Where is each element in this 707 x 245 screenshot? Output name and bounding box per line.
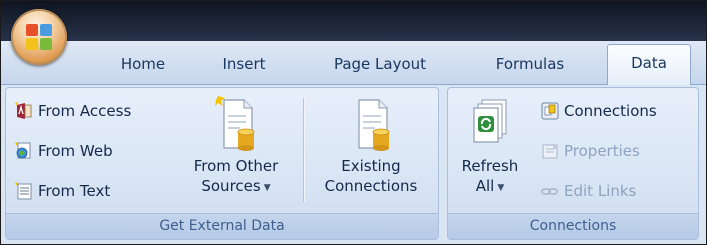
from-other-sources-label-text: Sources	[201, 177, 261, 195]
group-label-connections: Connections	[448, 213, 698, 239]
from-access-button[interactable]: From Access	[14, 100, 131, 122]
group-separator	[303, 98, 304, 202]
from-text-button[interactable]: From Text	[14, 180, 110, 202]
edit-links-label: Edit Links	[564, 182, 637, 200]
access-icon	[15, 102, 32, 119]
properties-icon	[542, 143, 558, 159]
existing-connections-label-line2: Connections	[324, 177, 418, 195]
tab-insert[interactable]: Insert	[204, 51, 284, 77]
from-other-sources-button[interactable]: From Other Sources ▼	[178, 94, 294, 198]
refresh-all-label-line1: Refresh	[461, 157, 519, 175]
tab-formulas[interactable]: Formulas	[477, 51, 583, 77]
group-label-get-external-data: Get External Data	[6, 213, 438, 239]
ribbon-body: From Access From Web From Text From Othe…	[1, 85, 706, 244]
web-icon	[15, 142, 31, 159]
tab-home[interactable]: Home	[105, 51, 181, 77]
group-connections: Refresh All ▼ Connections Properties Edi…	[447, 87, 699, 240]
refresh-all-button[interactable]: Refresh All ▼	[454, 94, 526, 198]
existing-connections-label-line1: Existing	[341, 157, 401, 175]
database-document-icon	[215, 96, 255, 151]
dropdown-arrow-icon: ▼	[497, 183, 505, 193]
ribbon-tab-strip: Home Insert Page Layout Formulas Data	[1, 41, 706, 85]
properties-label: Properties	[564, 142, 640, 160]
tab-page-layout[interactable]: Page Layout	[317, 51, 443, 77]
dropdown-arrow-icon: ▼	[263, 183, 271, 193]
text-file-icon	[15, 182, 32, 200]
connections-button[interactable]: Connections	[540, 100, 657, 122]
existing-connections-button[interactable]: Existing Connections	[310, 94, 432, 196]
connections-icon	[541, 102, 559, 120]
connections-label: Connections	[564, 102, 657, 120]
office-logo-icon	[26, 24, 52, 50]
refresh-all-label-line2: All ▼	[454, 176, 526, 198]
from-web-button[interactable]: From Web	[14, 140, 113, 162]
from-text-label: From Text	[38, 182, 111, 200]
tab-data[interactable]: Data	[607, 44, 691, 85]
from-other-sources-label-line2: Sources ▼	[178, 176, 294, 198]
excel-ribbon-window: Home Insert Page Layout Formulas Data Fr…	[0, 0, 707, 245]
properties-button[interactable]: Properties	[540, 140, 640, 162]
from-other-sources-label-line1: From Other	[193, 157, 279, 175]
refresh-all-label-text: All	[475, 177, 495, 195]
from-access-label: From Access	[38, 102, 132, 120]
from-web-label: From Web	[38, 142, 113, 160]
edit-links-icon	[541, 188, 558, 195]
office-button[interactable]	[11, 9, 67, 65]
title-bar	[1, 1, 706, 41]
edit-links-button[interactable]: Edit Links	[540, 180, 636, 202]
group-get-external-data: From Access From Web From Text From Othe…	[5, 87, 439, 240]
refresh-icon	[473, 99, 507, 143]
database-document-icon	[358, 99, 390, 151]
